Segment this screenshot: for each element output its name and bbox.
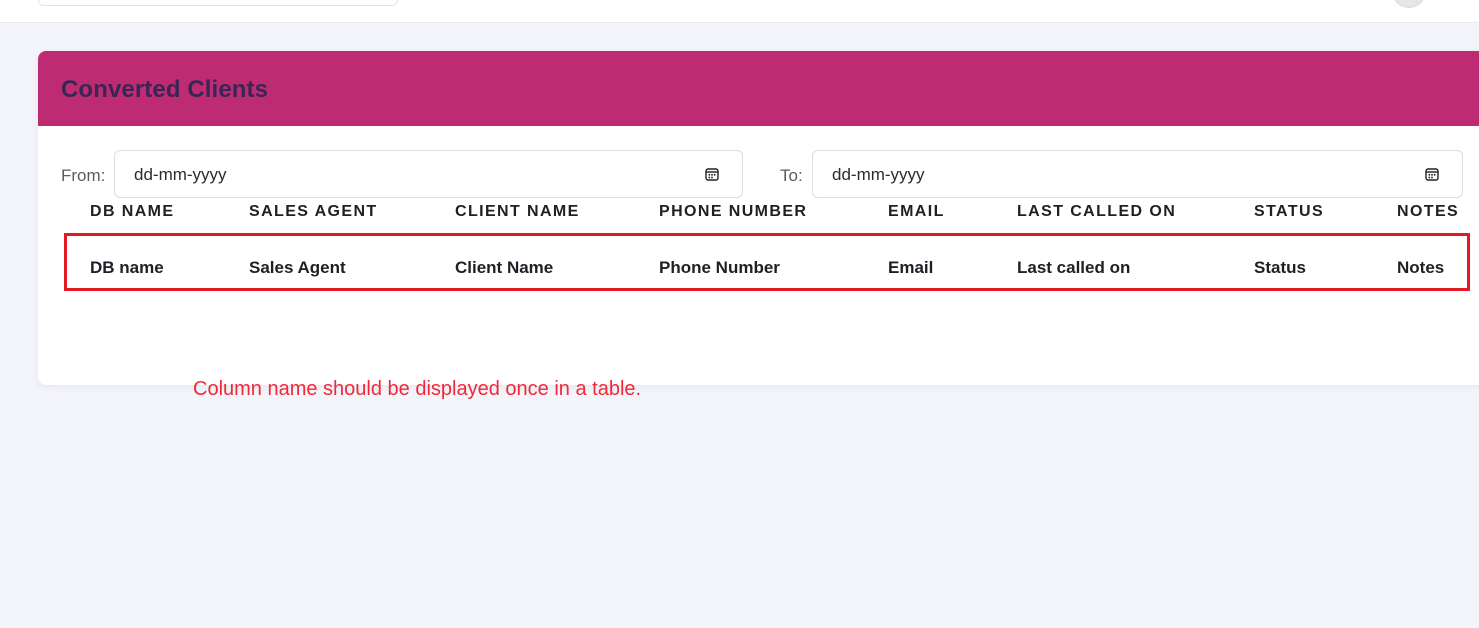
- to-label: To:: [780, 166, 803, 185]
- user-avatar[interactable]: [1392, 0, 1426, 8]
- column-header-email[interactable]: EMAIL: [888, 203, 945, 221]
- annotation-note: Column name should be displayed once in …: [193, 378, 642, 400]
- column-header-last-called-on[interactable]: LAST CALLED ON: [1017, 203, 1176, 221]
- column-header-notes[interactable]: NOTES: [1397, 203, 1459, 221]
- to-date-input[interactable]: dd-mm-yyyy: [812, 150, 1463, 198]
- card-header: Converted Clients: [38, 51, 1479, 126]
- from-date-input[interactable]: dd-mm-yyyy: [114, 150, 743, 198]
- annotation-highlight-box: [64, 233, 1470, 291]
- top-search-box[interactable]: [38, 0, 398, 6]
- from-date-value: dd-mm-yyyy: [134, 165, 227, 184]
- column-header-db-name[interactable]: DB NAME: [90, 203, 174, 221]
- card-title: Converted Clients: [61, 76, 269, 103]
- column-header-status[interactable]: STATUS: [1254, 203, 1324, 221]
- column-header-sales-agent[interactable]: SALES AGENT: [249, 203, 378, 221]
- calendar-icon[interactable]: [705, 167, 719, 181]
- column-header-client-name[interactable]: CLIENT NAME: [455, 203, 580, 221]
- column-header-phone-number[interactable]: PHONE NUMBER: [659, 203, 807, 221]
- calendar-icon[interactable]: [1425, 167, 1439, 181]
- top-navbar: [0, 0, 1479, 23]
- from-label: From:: [61, 166, 106, 185]
- to-date-value: dd-mm-yyyy: [832, 165, 925, 184]
